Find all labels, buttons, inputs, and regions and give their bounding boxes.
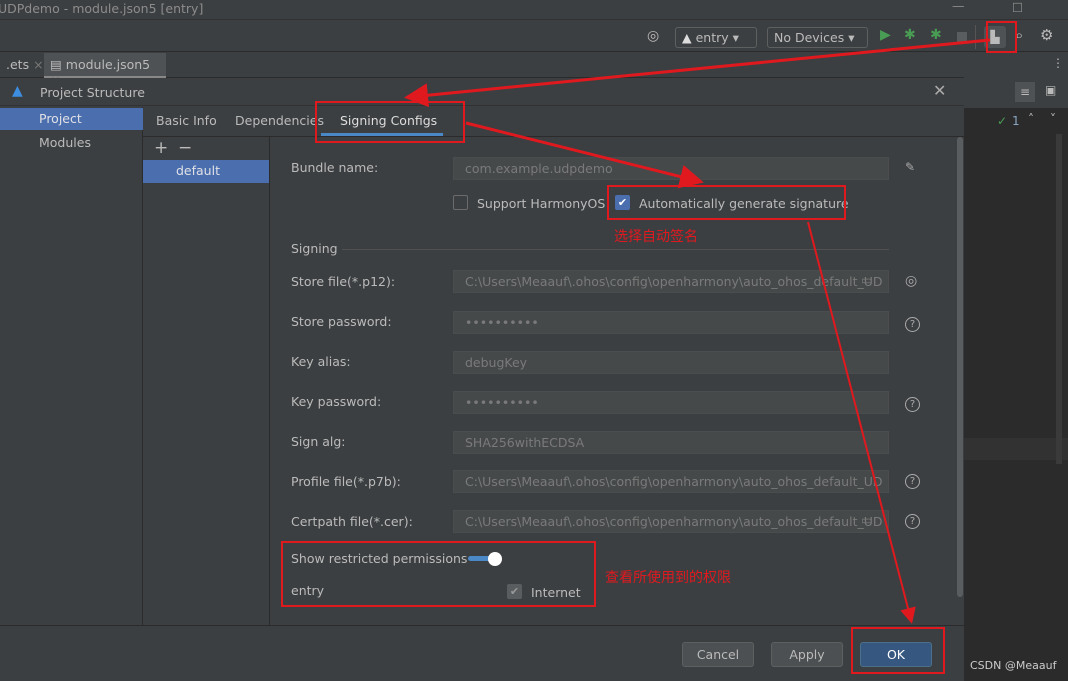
arrow [807,221,916,624]
arrow [404,38,991,108]
arrow [465,121,704,189]
annotation-arrows [404,38,991,624]
